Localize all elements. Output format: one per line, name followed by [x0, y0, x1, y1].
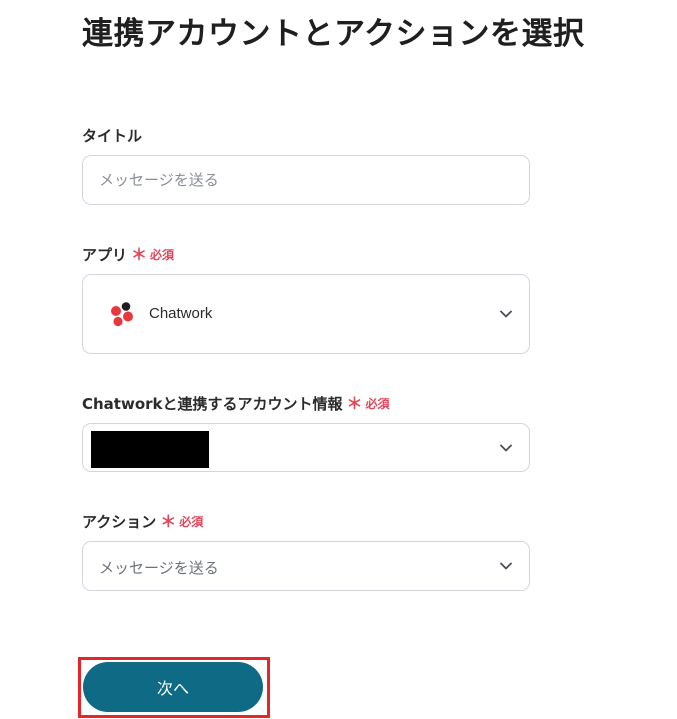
required-text: 必須 [150, 248, 175, 262]
account-select[interactable] [82, 423, 530, 472]
required-badge: ＊ 必須 [347, 395, 390, 412]
chevron-down-icon [500, 444, 512, 451]
chevron-down-icon [500, 310, 512, 318]
action-select[interactable]: メッセージを送る [82, 541, 530, 591]
required-asterisk: ＊ [160, 511, 177, 531]
title-field-label: タイトル [82, 125, 142, 146]
chevron-down-icon [500, 562, 512, 570]
required-asterisk: ＊ [131, 244, 148, 264]
required-text: 必須 [365, 397, 390, 411]
app-field-label: アプリ ＊ 必須 [82, 244, 174, 265]
app-field-label-text: アプリ [82, 246, 128, 264]
account-field-label-text: Chatworkと連携するアカウント情報 [82, 395, 343, 413]
account-field-label: Chatworkと連携するアカウント情報 ＊ 必須 [82, 393, 390, 414]
form-page: 連携アカウントとアクションを選択 タイトル アプリ ＊ 必須 Chatwork … [0, 0, 677, 719]
required-badge: ＊ 必須 [131, 246, 174, 263]
app-select[interactable]: Chatwork [82, 274, 530, 354]
title-field-label-text: タイトル [82, 127, 143, 145]
action-field-label: アクション ＊ 必須 [82, 511, 203, 532]
selected-action: メッセージを送る [99, 559, 219, 577]
title-input[interactable] [82, 155, 530, 205]
page-title: 連携アカウントとアクションを選択 [82, 16, 585, 52]
chatwork-logo-icon [111, 302, 133, 327]
selected-app-name: Chatwork [149, 305, 213, 322]
required-asterisk: ＊ [346, 393, 363, 413]
required-badge: ＊ 必須 [160, 513, 203, 530]
redacted-account-value [91, 431, 209, 468]
action-field-label-text: アクション [82, 513, 157, 531]
next-button[interactable]: 次へ [83, 662, 263, 712]
required-text: 必須 [179, 515, 204, 529]
